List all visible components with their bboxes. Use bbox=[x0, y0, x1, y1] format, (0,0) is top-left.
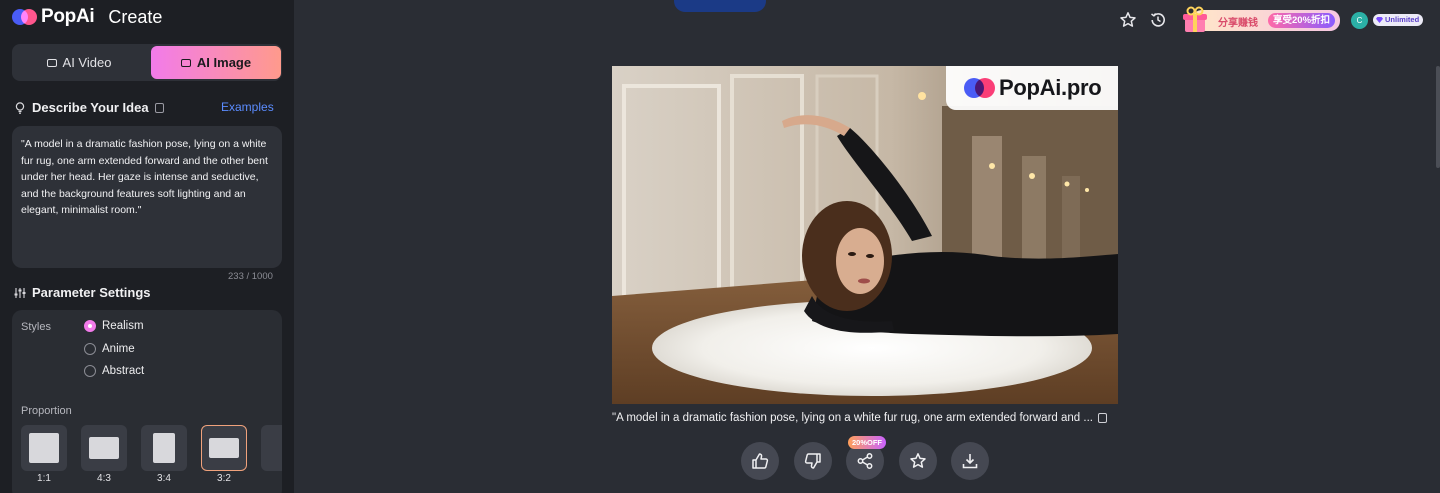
ai-video-label: AI Video bbox=[62, 55, 112, 70]
brand-name: PopAi bbox=[41, 6, 95, 27]
ai-image-label: AI Image bbox=[196, 55, 252, 70]
describe-section-title: Describe Your Idea bbox=[14, 100, 164, 115]
favorites-button[interactable] bbox=[1119, 11, 1137, 29]
ratio-label: 3:2 bbox=[217, 473, 231, 484]
promo-discount-tag: 享受20%折扣 bbox=[1268, 13, 1336, 28]
style-label: Anime bbox=[102, 343, 135, 355]
history-button[interactable] bbox=[1149, 11, 1167, 29]
image-caption: "A model in a dramatic fashion pose, lyi… bbox=[612, 412, 1132, 424]
ratio-label: 3:4 bbox=[157, 473, 171, 484]
ai-video-tab[interactable]: AI Video bbox=[14, 46, 144, 79]
parameter-section-title: Parameter Settings bbox=[14, 285, 151, 300]
ai-image-tab[interactable]: AI Image bbox=[151, 46, 281, 79]
ratio-shape bbox=[89, 437, 119, 459]
popai-logo-icon bbox=[964, 77, 996, 99]
top-center-pill[interactable] bbox=[674, 0, 766, 12]
ratio-label: 4:3 bbox=[97, 473, 111, 484]
popai-watermark: PopAi.pro bbox=[946, 66, 1118, 110]
ratio-shape bbox=[29, 433, 59, 463]
share-discount-badge: 20%OFF bbox=[848, 436, 887, 449]
sliders-icon bbox=[14, 287, 26, 298]
promo-text: 分享赚钱 bbox=[1218, 18, 1258, 29]
styles-label: Styles bbox=[21, 321, 51, 333]
ratio-label: 1:1 bbox=[37, 473, 51, 484]
referral-promo-banner[interactable]: 分享赚钱 享受20%折扣 bbox=[1180, 5, 1340, 35]
radio[interactable] bbox=[84, 343, 96, 355]
plan-badge[interactable]: Unlimited bbox=[1373, 14, 1424, 26]
proportion-more[interactable] bbox=[261, 425, 282, 471]
proportion-3-2[interactable] bbox=[201, 425, 247, 471]
video-icon bbox=[46, 58, 57, 67]
caption-text: "A model in a dramatic fashion pose, lyi… bbox=[612, 412, 1093, 424]
user-avatar[interactable]: C bbox=[1351, 12, 1368, 29]
like-button[interactable] bbox=[741, 442, 779, 480]
scrollbar[interactable] bbox=[1436, 66, 1440, 168]
style-label: Realism bbox=[102, 320, 144, 332]
image-icon bbox=[180, 58, 191, 67]
gift-icon bbox=[1183, 6, 1207, 32]
watermark-text: PopAi.pro bbox=[999, 75, 1102, 100]
sidebar: PopAi Create AI Video AI Image Describe … bbox=[0, 0, 294, 493]
radio-selected[interactable] bbox=[84, 320, 96, 332]
lightbulb-icon bbox=[15, 101, 25, 114]
star-icon bbox=[1120, 12, 1136, 27]
history-icon bbox=[1151, 12, 1165, 27]
plan-label: Unlimited bbox=[1385, 15, 1420, 24]
describe-title: Describe Your Idea bbox=[32, 100, 149, 115]
copy-icon[interactable] bbox=[1097, 413, 1107, 423]
brand-header[interactable]: PopAi Create bbox=[12, 4, 162, 30]
copy-icon[interactable] bbox=[154, 102, 164, 113]
parameter-title: Parameter Settings bbox=[32, 285, 151, 300]
mode-toggle: AI Video AI Image bbox=[12, 44, 282, 81]
download-button[interactable] bbox=[951, 442, 989, 480]
download-icon bbox=[962, 454, 978, 469]
ratio-shape bbox=[209, 438, 239, 458]
examples-link[interactable]: Examples bbox=[221, 100, 274, 114]
proportion-4-3[interactable] bbox=[81, 425, 127, 471]
popai-logo-icon bbox=[12, 8, 38, 26]
style-option-realism[interactable]: Realism bbox=[84, 320, 144, 332]
proportion-1-1[interactable] bbox=[21, 425, 67, 471]
ratio-shape bbox=[153, 433, 175, 463]
radio[interactable] bbox=[84, 365, 96, 377]
proportion-label: Proportion bbox=[21, 405, 72, 417]
style-label: Abstract bbox=[102, 365, 145, 377]
style-option-anime[interactable]: Anime bbox=[84, 343, 135, 355]
char-count: 233 / 1000 bbox=[228, 271, 273, 282]
share-icon bbox=[857, 453, 873, 469]
dislike-button[interactable] bbox=[794, 442, 832, 480]
diamond-icon bbox=[1376, 17, 1383, 23]
style-option-abstract[interactable]: Abstract bbox=[84, 365, 144, 377]
proportion-3-4[interactable] bbox=[141, 425, 187, 471]
star-icon bbox=[910, 453, 926, 468]
prompt-textarea[interactable]: "A model in a dramatic fashion pose, lyi… bbox=[12, 126, 282, 268]
page-title: Create bbox=[108, 6, 163, 27]
favorite-button[interactable] bbox=[899, 442, 937, 480]
parameter-panel: Styles Realism Anime Abstract Proportion… bbox=[12, 310, 282, 493]
thumbs-up-icon bbox=[752, 453, 769, 469]
generated-image[interactable] bbox=[612, 66, 1118, 404]
thumbs-down-icon bbox=[804, 453, 821, 469]
generated-photo bbox=[612, 66, 1118, 404]
